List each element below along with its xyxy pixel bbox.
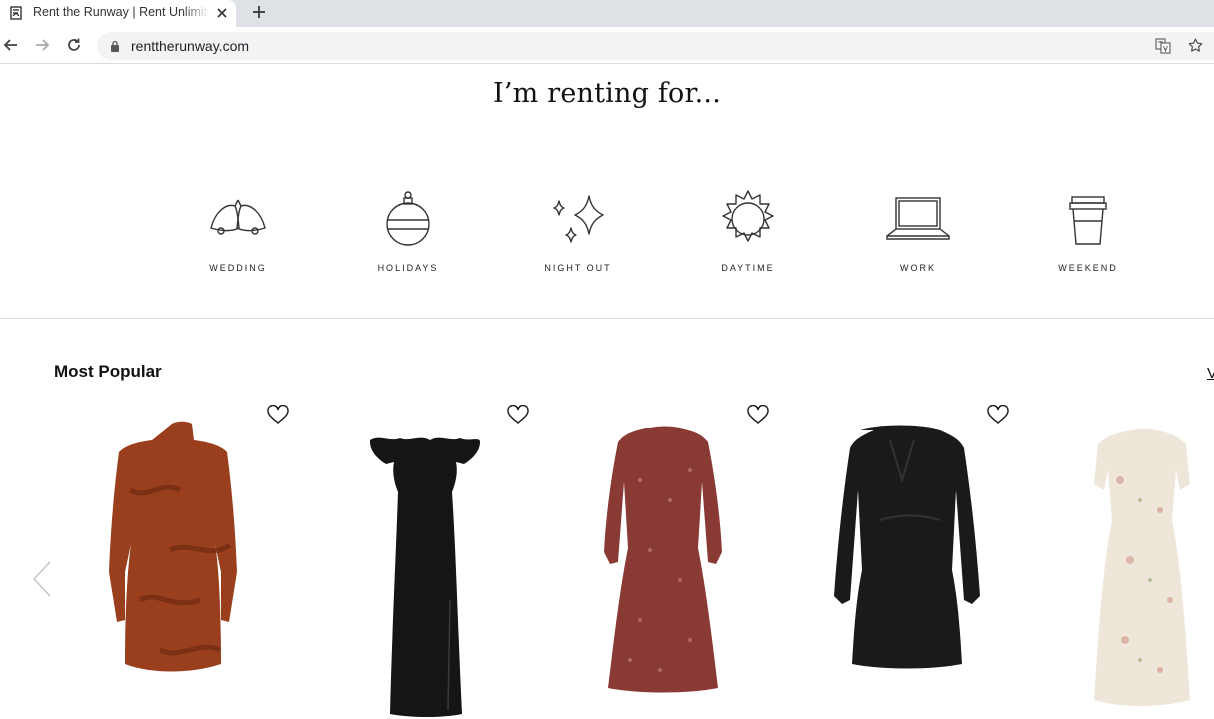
- browser-tab-bar: Rent the Runway | Rent Unlimited: [0, 0, 1214, 27]
- occasion-wedding[interactable]: WEDDING: [173, 186, 303, 286]
- bookmark-star-icon[interactable]: [1187, 37, 1204, 54]
- product-card[interactable]: [310, 400, 540, 719]
- occasion-night-out[interactable]: NIGHT OUT: [513, 186, 643, 286]
- coffee-cup-icon: [1069, 196, 1107, 245]
- heart-icon[interactable]: [987, 405, 1009, 425]
- page-title: I’m renting for...: [493, 78, 721, 109]
- occasion-work[interactable]: WORK: [853, 186, 983, 286]
- occasion-holidays[interactable]: HOLIDAYS: [343, 186, 473, 286]
- laptop-icon: [886, 197, 950, 240]
- product-image: [1094, 428, 1190, 706]
- heart-icon[interactable]: [507, 405, 529, 425]
- product-card[interactable]: [1030, 400, 1214, 719]
- browser-tab-active[interactable]: Rent the Runway | Rent Unlimited: [0, 0, 236, 27]
- back-arrow-icon[interactable]: [3, 37, 19, 53]
- close-tab-icon[interactable]: [215, 6, 229, 20]
- address-bar[interactable]: renttherunway.com: [97, 32, 1214, 60]
- rtr-favicon-icon: [10, 6, 22, 20]
- reload-icon[interactable]: [66, 37, 82, 53]
- section-divider: [0, 318, 1214, 319]
- product-image: [370, 437, 480, 717]
- product-card[interactable]: [70, 400, 300, 719]
- occasion-label: WORK: [900, 263, 936, 273]
- occasion-label: HOLIDAYS: [377, 263, 439, 273]
- heart-icon[interactable]: [747, 405, 769, 425]
- product-image: [109, 421, 237, 672]
- occasion-weekend[interactable]: WEEKEND: [1023, 186, 1153, 286]
- occasion-label: WEDDING: [209, 263, 267, 273]
- sparkle-icon: [553, 195, 604, 243]
- product-image: [834, 425, 980, 669]
- occasion-label: WEEKEND: [1058, 263, 1118, 273]
- ornament-icon: [386, 191, 430, 246]
- occasion-daytime[interactable]: DAYTIME: [683, 186, 813, 286]
- occasion-label: NIGHT OUT: [544, 263, 612, 273]
- browser-toolbar: renttherunway.com: [0, 27, 1214, 64]
- product-card[interactable]: [550, 400, 780, 719]
- product-card[interactable]: [790, 400, 1020, 719]
- translate-icon[interactable]: [1155, 38, 1171, 54]
- lock-icon: [111, 40, 119, 52]
- sun-icon: [722, 190, 774, 242]
- new-tab-icon[interactable]: [251, 4, 267, 20]
- url-text: renttherunway.com: [131, 38, 250, 54]
- product-image: [604, 426, 722, 693]
- forward-arrow-icon[interactable]: [34, 37, 50, 53]
- tab-title: Rent the Runway | Rent Unlimited: [33, 5, 209, 19]
- view-all-link[interactable]: V: [1207, 365, 1214, 382]
- wedding-bells-icon: [210, 199, 266, 235]
- heart-icon[interactable]: [267, 405, 289, 425]
- occasion-label: DAYTIME: [721, 263, 775, 273]
- carousel-prev-arrow-icon[interactable]: [30, 560, 54, 598]
- most-popular-heading: Most Popular: [54, 362, 162, 381]
